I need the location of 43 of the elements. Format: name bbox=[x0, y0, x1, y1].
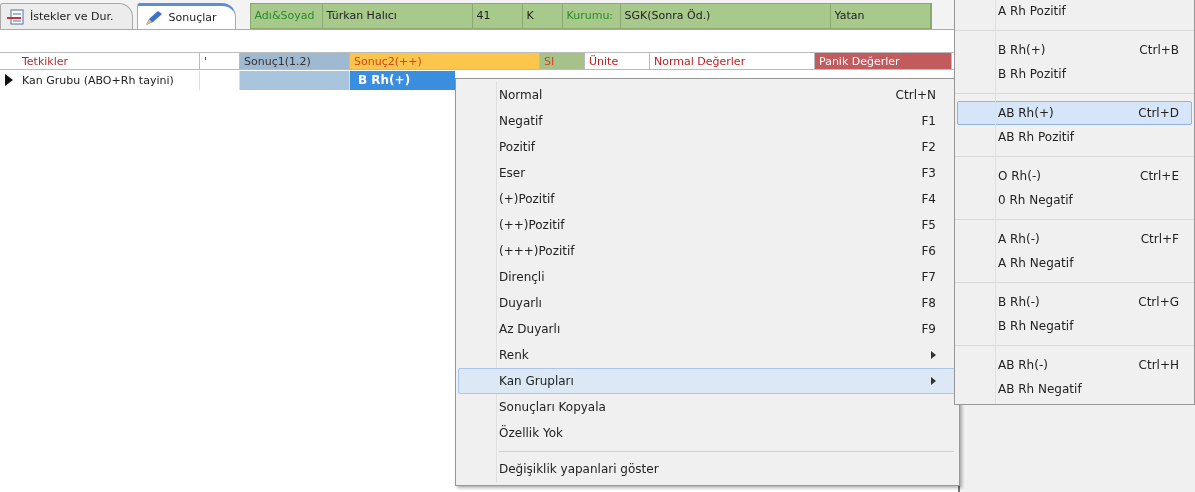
menu-item[interactable]: Değişiklik yapanlari göster bbox=[458, 446, 957, 482]
menu-item[interactable]: AB Rh(+) Ctrl+D bbox=[957, 101, 1192, 125]
menu-item-description: A Rh Pozitif bbox=[997, 3, 1067, 20]
menu-item[interactable]: O Rh(-) Ctrl+E bbox=[957, 164, 1192, 188]
menu-item[interactable]: Özellik Yok bbox=[458, 420, 957, 446]
column-header[interactable]: Tetkikler bbox=[18, 53, 200, 69]
menu-item-description: B Rh Negatif bbox=[997, 318, 1075, 335]
menu-item[interactable]: B Rh(+) Ctrl+B bbox=[957, 38, 1192, 62]
table-cell: Kan Grubu (ABO+Rh tayini) bbox=[18, 70, 200, 90]
menu-item[interactable]: Normal Ctrl+N bbox=[458, 82, 957, 108]
menu-item-description: AB Rh Pozitif bbox=[997, 129, 1076, 146]
menu-item[interactable]: Dirençli F7 bbox=[458, 264, 957, 290]
menu-item[interactable]: AB Rh(-) Ctrl+H bbox=[957, 353, 1192, 377]
menu-item-description: AB Rh Negatif bbox=[997, 381, 1083, 398]
menu-item[interactable]: Renk bbox=[458, 342, 957, 368]
menu-item[interactable]: (+)Pozitif F4 bbox=[458, 186, 957, 212]
menu-item[interactable]: (+++)Pozitif F6 bbox=[458, 238, 957, 264]
menu-item-description: A Rh Negatif bbox=[997, 255, 1075, 272]
pen-icon bbox=[143, 8, 164, 27]
info-value: Yatan bbox=[830, 3, 931, 28]
menu-item[interactable]: Az Duyarlı F9 bbox=[458, 316, 957, 342]
menu-item-description: B Rh Pozitif bbox=[997, 66, 1068, 83]
menu-item[interactable]: Duyarlı F8 bbox=[458, 290, 957, 316]
menu-item-description: 0 Rh Negatif bbox=[997, 192, 1074, 209]
info-value: K bbox=[522, 3, 563, 28]
info-label: Kurumu: bbox=[562, 3, 621, 28]
info-value: SGK(Sonra Öd.) bbox=[620, 3, 831, 28]
menu-item[interactable]: Sonuçları Kopyala bbox=[458, 394, 957, 420]
column-header[interactable]: Panik Değerler bbox=[815, 53, 952, 69]
menu-item[interactable]: Kan Grupları bbox=[458, 368, 957, 394]
document-icon bbox=[7, 8, 25, 25]
column-header[interactable]: Sonuç1(1.2) bbox=[240, 53, 350, 69]
menu-item[interactable]: Negatif F1 bbox=[458, 108, 957, 134]
menu-item[interactable]: A Rh(-) Ctrl+F bbox=[957, 227, 1192, 251]
info-label: Adı&Soyad bbox=[250, 3, 323, 28]
menu-item[interactable]: Pozitif F2 bbox=[458, 134, 957, 160]
menu-item[interactable]: Eser F3 bbox=[458, 160, 957, 186]
menu-item[interactable]: (++)Pozitif F5 bbox=[458, 212, 957, 238]
tab[interactable]: Sonuçlar bbox=[136, 3, 236, 29]
info-value: 41 bbox=[472, 3, 523, 28]
info-value: Türkan Halıcı bbox=[322, 3, 473, 28]
menu-item[interactable]: B Rh(-) Ctrl+G bbox=[957, 290, 1192, 314]
tab[interactable]: İstekler ve Dur. bbox=[0, 3, 133, 29]
